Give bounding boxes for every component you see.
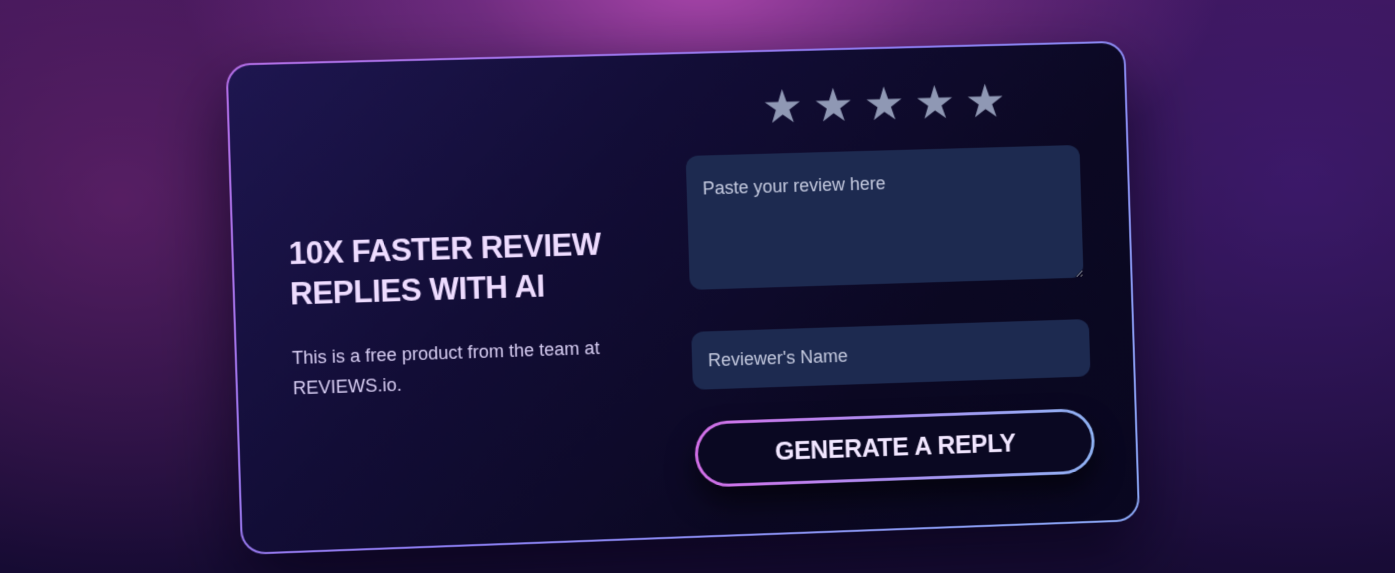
background-scene: 10X FASTER REVIEW REPLIES WITH AI This i… [0,0,1395,573]
star-icon[interactable]: ★ [863,77,905,130]
star-icon[interactable]: ★ [761,80,804,133]
hero-description: This is a free product from the team at … [291,337,600,399]
hero-title: 10X FASTER REVIEW REPLIES WITH AI [288,226,602,312]
star-icon[interactable]: ★ [812,79,855,132]
review-reply-card: 10X FASTER REVIEW REPLIES WITH AI This i… [225,40,1141,555]
star-icon[interactable]: ★ [964,75,1006,128]
hero-section: 10X FASTER REVIEW REPLIES WITH AI This i… [288,224,637,404]
star-rating: ★ ★ ★ ★ ★ [683,74,1080,134]
reviewer-name-input[interactable] [691,318,1091,390]
review-textarea[interactable] [685,144,1084,290]
reply-form: ★ ★ ★ ★ ★ GENERATE A REPLY [683,74,1096,488]
generate-reply-button[interactable]: GENERATE A REPLY [693,407,1096,488]
star-icon[interactable]: ★ [913,76,955,129]
